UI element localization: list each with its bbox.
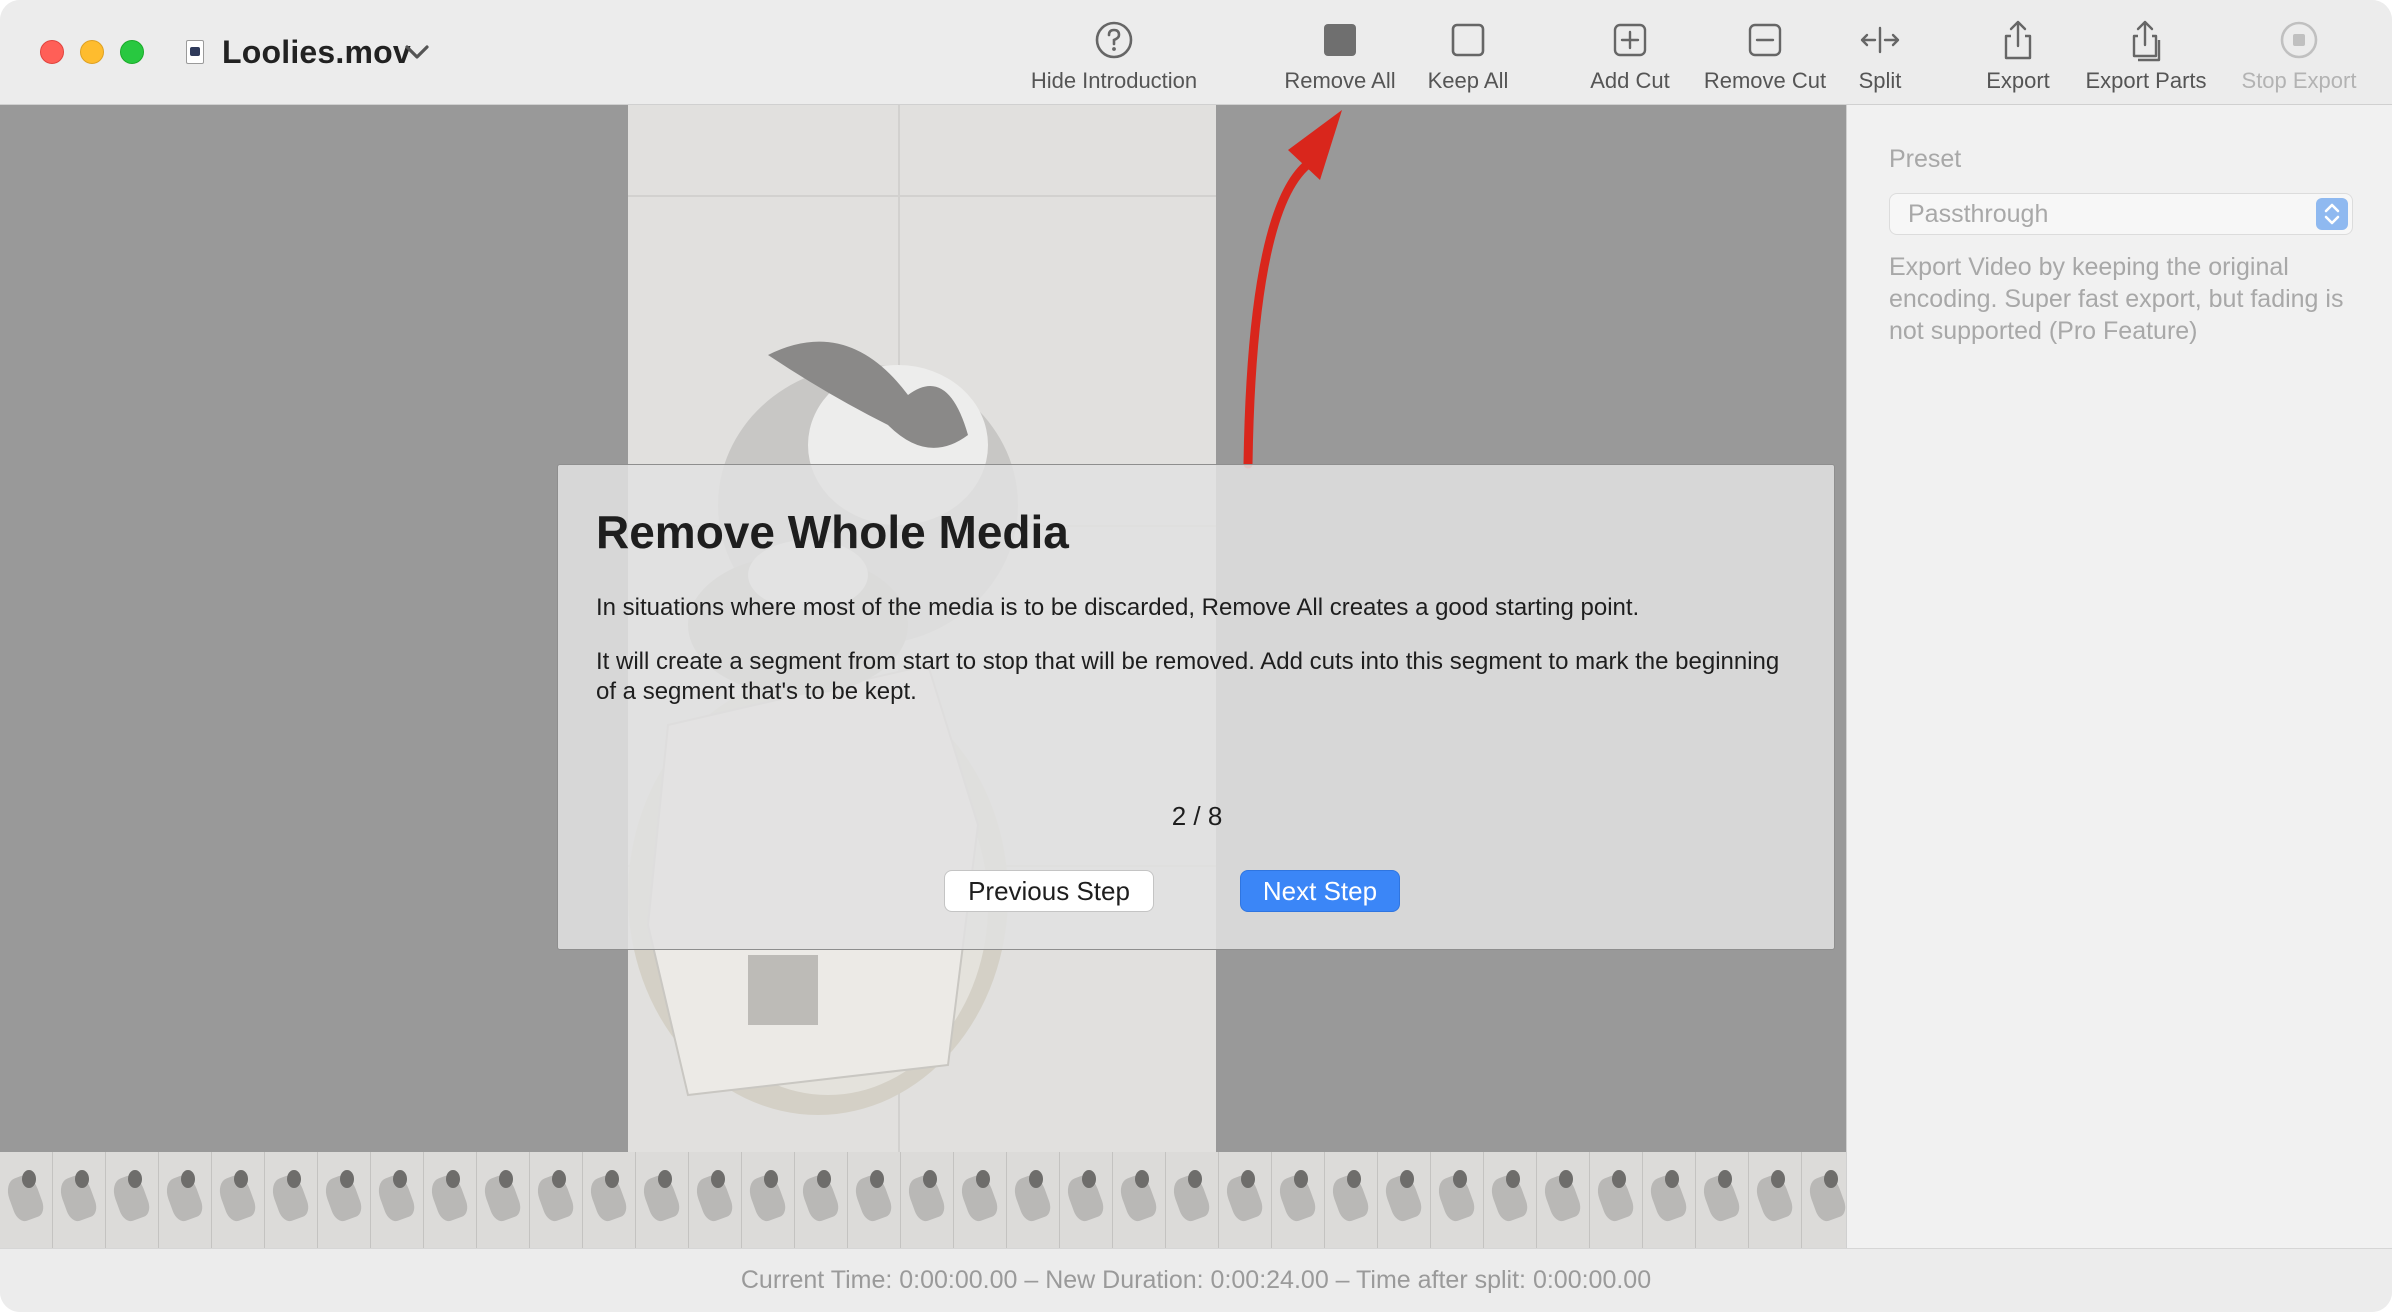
filmstrip-thumbnail xyxy=(795,1152,848,1248)
close-window-button[interactable] xyxy=(40,40,64,64)
filmstrip-thumbnail xyxy=(530,1152,583,1248)
filmstrip-thumbnail xyxy=(1431,1152,1484,1248)
filmstrip-thumbnail xyxy=(636,1152,689,1248)
filmstrip-thumbnail xyxy=(1060,1152,1113,1248)
export-button[interactable]: Export xyxy=(1970,18,2066,98)
timeline-filmstrip[interactable] xyxy=(0,1152,1846,1248)
next-step-button[interactable]: Next Step xyxy=(1240,870,1400,912)
minimize-window-button[interactable] xyxy=(80,40,104,64)
intro-paragraph-2: It will create a segment from start to s… xyxy=(596,648,1780,705)
remove-all-button[interactable]: Remove All xyxy=(1276,18,1404,98)
stop-export-button[interactable]: Stop Export xyxy=(2234,18,2364,98)
empty-square-icon xyxy=(1451,23,1485,57)
question-circle-icon xyxy=(1095,21,1133,59)
remove-cut-label: Remove Cut xyxy=(1703,68,1827,93)
filmstrip-thumbnail xyxy=(1484,1152,1537,1248)
filmstrip-thumbnail xyxy=(1325,1152,1378,1248)
preset-select[interactable]: Passthrough xyxy=(1889,193,2353,235)
filmstrip-thumbnail xyxy=(1113,1152,1166,1248)
export-settings-panel: Preset Passthrough Export Video by keepi… xyxy=(1846,105,2392,1248)
filmstrip-thumbnail xyxy=(954,1152,1007,1248)
chevron-down-icon[interactable] xyxy=(402,40,432,64)
export-label: Export xyxy=(1986,68,2050,93)
filmstrip-thumbnail xyxy=(1643,1152,1696,1248)
filmstrip-thumbnail xyxy=(1272,1152,1325,1248)
filmstrip-thumbnail xyxy=(0,1152,53,1248)
filmstrip-thumbnail xyxy=(318,1152,371,1248)
filled-square-icon xyxy=(1324,24,1356,56)
filmstrip-thumbnail xyxy=(689,1152,742,1248)
document-title[interactable]: Loolies.mov xyxy=(222,30,411,74)
add-cut-label: Add Cut xyxy=(1590,68,1670,93)
plus-square-icon xyxy=(1613,23,1647,57)
filmstrip-thumbnail xyxy=(106,1152,159,1248)
minus-square-icon xyxy=(1748,23,1782,57)
filmstrip-thumbnail xyxy=(1166,1152,1219,1248)
stop-export-label: Stop Export xyxy=(2241,68,2357,93)
filmstrip-thumbnail xyxy=(1749,1152,1802,1248)
split-label: Split xyxy=(1858,68,1902,93)
filmstrip-thumbnail xyxy=(212,1152,265,1248)
step-indicator: 2 / 8 xyxy=(1171,801,1223,831)
intro-title: Remove Whole Media xyxy=(596,506,1069,558)
stepper-chevrons-icon[interactable] xyxy=(2316,198,2348,230)
status-bar: Current Time: 0:00:00.00 – New Duration:… xyxy=(0,1248,2392,1312)
filmstrip-thumbnail xyxy=(1378,1152,1431,1248)
previous-step-button[interactable]: Previous Step xyxy=(944,870,1154,912)
filmstrip-thumbnail xyxy=(477,1152,530,1248)
filmstrip-thumbnail xyxy=(1590,1152,1643,1248)
keep-all-label: Keep All xyxy=(1427,68,1509,93)
titlebar: Loolies.mov Hide Introduction Remove All xyxy=(0,0,2392,105)
filmstrip-thumbnail xyxy=(159,1152,212,1248)
remove-all-label: Remove All xyxy=(1284,68,1396,93)
app-window: Loolies.mov Hide Introduction Remove All xyxy=(0,0,2392,1312)
remove-cut-button[interactable]: Remove Cut xyxy=(1698,18,1832,98)
filmstrip-thumbnail xyxy=(1537,1152,1590,1248)
add-cut-button[interactable]: Add Cut xyxy=(1578,18,1682,98)
introduction-dialog: Remove Whole Media In situations where m… xyxy=(557,464,1835,950)
stop-circle-icon xyxy=(2280,21,2318,59)
export-parts-button[interactable]: Export Parts xyxy=(2078,18,2214,98)
filmstrip-thumbnail xyxy=(583,1152,636,1248)
filmstrip-thumbnail xyxy=(1219,1152,1272,1248)
maximize-window-button[interactable] xyxy=(120,40,144,64)
keep-all-button[interactable]: Keep All xyxy=(1418,18,1518,98)
filmstrip-thumbnail xyxy=(1696,1152,1749,1248)
document-icon xyxy=(186,40,204,64)
filmstrip-thumbnail xyxy=(53,1152,106,1248)
hide-introduction-label: Hide Introduction xyxy=(1030,68,1198,93)
share-icon xyxy=(2004,20,2032,60)
split-button[interactable]: Split xyxy=(1848,18,1912,98)
preset-description: Export Video by keeping the original enc… xyxy=(1889,253,2344,345)
filmstrip-thumbnail xyxy=(424,1152,477,1248)
filmstrip-thumbnail xyxy=(742,1152,795,1248)
filmstrip-thumbnail xyxy=(901,1152,954,1248)
split-arrows-icon xyxy=(1860,26,1900,54)
filmstrip-thumbnail xyxy=(265,1152,318,1248)
filmstrip-thumbnail xyxy=(1802,1152,1846,1248)
hide-introduction-button[interactable]: Hide Introduction xyxy=(1018,18,1210,98)
filmstrip-thumbnail xyxy=(371,1152,424,1248)
filmstrip-thumbnail xyxy=(848,1152,901,1248)
share-stack-icon xyxy=(2132,20,2161,62)
filmstrip-thumbnail xyxy=(1007,1152,1060,1248)
intro-paragraph-1: In situations where most of the media is… xyxy=(596,594,1640,621)
preset-value: Passthrough xyxy=(1908,200,2049,228)
export-parts-label: Export Parts xyxy=(2085,68,2207,93)
preset-label: Preset xyxy=(1889,145,1962,173)
